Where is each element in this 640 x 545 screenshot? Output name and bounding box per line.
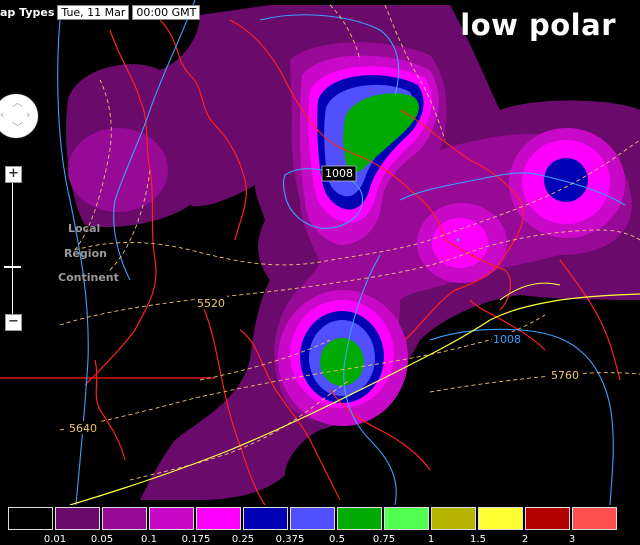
legend-swatch <box>196 507 241 530</box>
time-field[interactable]: 00:00 GMT <box>132 5 201 20</box>
legend-tick-label: 0.175 <box>181 534 211 545</box>
legend-tick-label: 2 <box>521 534 529 545</box>
legend-swatch <box>337 507 382 530</box>
map-title: low polar <box>460 8 616 42</box>
legend-swatch <box>8 507 53 530</box>
zoom-level-local[interactable]: Local <box>68 222 100 235</box>
thickness-label-5640: 5640 <box>67 421 99 435</box>
svg-text:5760: 5760 <box>551 369 579 382</box>
legend-swatch <box>478 507 523 530</box>
legend-tick-label: 0.75 <box>372 534 396 545</box>
legend-tick-label: 0.375 <box>275 534 305 545</box>
svg-text:5640: 5640 <box>69 422 97 435</box>
legend-swatch <box>525 507 570 530</box>
zoom-slider-handle[interactable] <box>4 266 21 268</box>
map-types-button[interactable]: ap Types <box>0 6 54 19</box>
precip-legend <box>8 507 619 530</box>
legend-ticks: 0.01 0.05 0.1 0.175 0.25 0.375 0.5 0.75 1 1.5 2 3 <box>0 534 640 545</box>
legend-tick-label: 0.1 <box>141 534 157 545</box>
legend-swatch <box>431 507 476 530</box>
zoom-level-continent[interactable]: Continent <box>58 271 119 284</box>
pan-left-icon[interactable]: ‹ <box>0 109 4 120</box>
low-center-label: 1008 <box>321 165 357 182</box>
svg-text:5520: 5520 <box>197 297 225 310</box>
legend-swatch <box>384 507 429 530</box>
zoom-out-button[interactable]: − <box>5 314 22 331</box>
legend-tick-label: 0.01 <box>43 534 67 545</box>
svg-text:1008: 1008 <box>325 167 353 180</box>
zoom-level-region[interactable]: Region <box>64 247 107 260</box>
legend-swatch <box>243 507 288 530</box>
legend-tick-label: 0.25 <box>231 534 255 545</box>
legend-swatch <box>55 507 100 530</box>
zoom-track[interactable] <box>12 182 13 320</box>
legend-swatch <box>102 507 147 530</box>
legend-tick-label: 0.05 <box>90 534 114 545</box>
zoom-in-button[interactable]: + <box>5 166 22 183</box>
pan-down-icon[interactable]: ﹀ <box>12 122 23 133</box>
thickness-label-5520: 5520 <box>195 296 227 310</box>
pan-right-icon[interactable]: › <box>26 109 30 120</box>
legend-tick-label: 1.5 <box>470 534 486 545</box>
svg-text:1008: 1008 <box>493 333 521 346</box>
legend-tick-label: 0.5 <box>329 534 345 545</box>
legend-swatch <box>149 507 194 530</box>
date-field[interactable]: Tue, 11 Mar <box>57 5 130 20</box>
legend-tick-label: 3 <box>568 534 576 545</box>
legend-tick-label: 1 <box>427 534 435 545</box>
isobar-label-1008: 1008 <box>492 332 522 346</box>
pan-up-icon[interactable]: ︿ <box>12 97 23 108</box>
legend-swatch <box>572 507 617 530</box>
map-toolbar: ap Types Tue, 11 Mar 00:00 GMT <box>0 5 201 20</box>
legend-swatch <box>290 507 335 530</box>
thickness-label-5760: 5760 <box>548 368 582 382</box>
